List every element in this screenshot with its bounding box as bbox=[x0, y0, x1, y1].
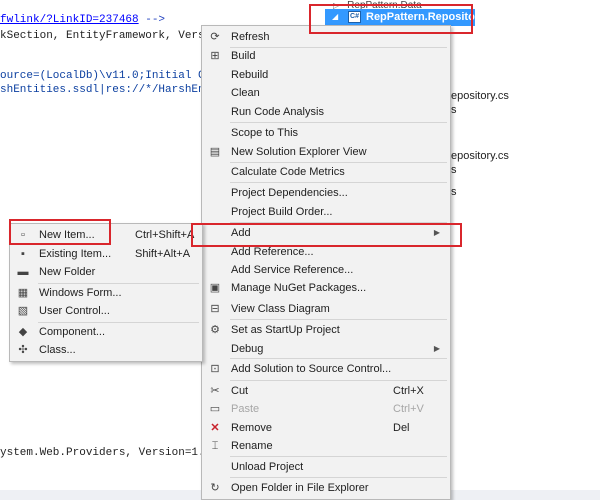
highlight-box-add bbox=[191, 223, 462, 247]
open-folder-icon: ↻ bbox=[210, 482, 220, 494]
menu-item-new-solution-explorer-view[interactable]: ▤ New Solution Explorer View bbox=[202, 143, 450, 162]
menu-item-label: Component... bbox=[39, 326, 106, 338]
menu-item-existing-item[interactable]: ▪ Existing Item... Shift+Alt+A bbox=[10, 245, 202, 264]
menu-item-label: Calculate Code Metrics bbox=[231, 166, 345, 178]
menu-separator bbox=[230, 456, 447, 457]
menu-item-label: Cut bbox=[231, 385, 249, 397]
menu-item-label: Project Dependencies... bbox=[231, 187, 348, 199]
code-text[interactable]: fwlink/?LinkID=237468 bbox=[0, 14, 139, 26]
gear-icon: ⚙ bbox=[210, 324, 220, 336]
menu-separator bbox=[230, 319, 447, 320]
menu-item-project-dependencies[interactable]: Project Dependencies... bbox=[202, 184, 450, 203]
source-control-icon: ⊡ bbox=[210, 363, 220, 375]
refresh-icon: ⟳ bbox=[210, 31, 220, 43]
existing-item-icon: ▪ bbox=[21, 248, 25, 260]
menu-item-label: Open Folder in File Explorer bbox=[231, 482, 369, 494]
menu-item-build[interactable]: ⊞ Build bbox=[202, 47, 450, 66]
nuget-icon: ▣ bbox=[209, 282, 221, 294]
menu-item-label: Project Build Order... bbox=[231, 206, 333, 218]
menu-item-debug[interactable]: Debug ▶ bbox=[202, 340, 450, 359]
menu-item-manage-nuget-packages[interactable]: ▣ Manage NuGet Packages... bbox=[202, 279, 450, 298]
menu-item-label: Scope to This bbox=[231, 127, 299, 139]
menu-item-label: Windows Form... bbox=[39, 287, 122, 299]
component-icon: ◆ bbox=[18, 326, 28, 338]
highlight-box-repository bbox=[309, 4, 473, 34]
build-icon: ⊞ bbox=[210, 50, 220, 62]
solution-item-fragment[interactable]: s bbox=[451, 104, 457, 116]
highlight-box-new-item bbox=[9, 219, 111, 245]
menu-item-project-build-order[interactable]: Project Build Order... bbox=[202, 203, 450, 222]
solution-item-fragment[interactable]: epository.cs bbox=[451, 90, 509, 102]
menu-item-calculate-code-metrics[interactable]: Calculate Code Metrics bbox=[202, 163, 450, 182]
menu-item-label: Add Solution to Source Control... bbox=[231, 363, 392, 375]
menu-item-label: Class... bbox=[39, 344, 76, 356]
menu-item-label: Add Reference... bbox=[231, 246, 314, 258]
user-control-icon: ▧ bbox=[17, 305, 29, 317]
menu-item-label: Build bbox=[231, 50, 256, 62]
menu-item-rename[interactable]: ⌶ Rename bbox=[202, 437, 450, 456]
menu-item-label: Rebuild bbox=[231, 69, 269, 81]
menu-item-class[interactable]: ✣ Class... bbox=[10, 341, 202, 360]
menu-item-label: Run Code Analysis bbox=[231, 106, 324, 118]
scissors-icon: ✂ bbox=[210, 385, 220, 397]
menu-separator bbox=[230, 122, 447, 123]
menu-item-shortcut: Shift+Alt+A bbox=[135, 248, 191, 260]
menu-item-shortcut: Ctrl+Shift+A bbox=[135, 229, 195, 241]
menu-item-cut[interactable]: ✂ Cut Ctrl+X bbox=[202, 382, 450, 401]
menu-item-label: Existing Item... bbox=[39, 248, 112, 260]
rename-icon: ⌶ bbox=[211, 440, 219, 452]
windows-form-icon: ▦ bbox=[17, 287, 29, 299]
menu-item-add-service-reference[interactable]: Add Service Reference... bbox=[202, 261, 450, 280]
menu-item-shortcut: Ctrl+V bbox=[393, 403, 424, 415]
menu-item-label: Add Service Reference... bbox=[231, 264, 354, 276]
menu-item-label: Rename bbox=[231, 440, 273, 452]
new-folder-icon: ▬ bbox=[17, 266, 29, 278]
menu-item-label: Unload Project bbox=[231, 461, 304, 473]
paste-icon: ▭ bbox=[209, 403, 221, 415]
code-line: fwlink/?LinkID=237468 --> bbox=[0, 14, 165, 26]
menu-separator bbox=[230, 380, 447, 381]
class-diagram-icon: ⊟ bbox=[210, 303, 220, 315]
menu-item-unload-project[interactable]: Unload Project bbox=[202, 458, 450, 477]
menu-item-run-code-analysis[interactable]: Run Code Analysis bbox=[202, 103, 450, 122]
menu-item-label: Manage NuGet Packages... bbox=[231, 282, 367, 294]
menu-item-component[interactable]: ◆ Component... bbox=[10, 323, 202, 342]
submenu-arrow-icon: ▶ bbox=[433, 344, 440, 353]
menu-separator bbox=[230, 477, 447, 478]
menu-item-label: Clean bbox=[231, 87, 260, 99]
menu-item-windows-form[interactable]: ▦ Windows Form... bbox=[10, 284, 202, 303]
code-text-suffix: --> bbox=[138, 14, 166, 26]
menu-item-label: View Class Diagram bbox=[231, 303, 330, 315]
project-context-menu: ⟳ Refresh ⊞ Build Rebuild Clean Run Code Analy… bbox=[201, 25, 451, 500]
menu-item-label: Debug bbox=[231, 343, 264, 355]
menu-item-set-as-startup-project[interactable]: ⚙ Set as StartUp Project bbox=[202, 321, 450, 340]
menu-separator bbox=[230, 358, 447, 359]
menu-item-clean[interactable]: Clean bbox=[202, 84, 450, 103]
menu-item-remove[interactable]: ✕ Remove Del bbox=[202, 419, 450, 438]
menu-item-new-folder[interactable]: ▬ New Folder bbox=[10, 263, 202, 282]
menu-item-scope-to-this[interactable]: Scope to This bbox=[202, 124, 450, 143]
menu-item-view-class-diagram[interactable]: ⊟ View Class Diagram bbox=[202, 300, 450, 319]
menu-item-add-solution-to-source-control[interactable]: ⊡ Add Solution to Source Control... bbox=[202, 360, 450, 379]
menu-item-label: Remove bbox=[231, 422, 272, 434]
menu-item-shortcut: Ctrl+X bbox=[393, 385, 424, 397]
menu-item-user-control[interactable]: ▧ User Control... bbox=[10, 302, 202, 321]
menu-item-open-folder-in-file-explorer[interactable]: ↻ Open Folder in File Explorer bbox=[202, 479, 450, 498]
menu-item-rebuild[interactable]: Rebuild bbox=[202, 66, 450, 85]
menu-item-label: Paste bbox=[231, 403, 260, 415]
menu-item-paste[interactable]: ▭ Paste Ctrl+V bbox=[202, 400, 450, 419]
menu-item-shortcut: Del bbox=[393, 422, 410, 434]
menu-separator bbox=[230, 182, 447, 183]
menu-item-label: Set as StartUp Project bbox=[231, 324, 340, 336]
solution-explorer-view-icon: ▤ bbox=[209, 146, 221, 158]
menu-item-label: New Folder bbox=[39, 266, 96, 278]
remove-x-icon: ✕ bbox=[210, 422, 220, 434]
menu-item-label: New Solution Explorer View bbox=[231, 146, 367, 158]
menu-item-label: User Control... bbox=[39, 305, 110, 317]
class-icon: ✣ bbox=[18, 344, 28, 356]
solution-item-fragment[interactable]: s bbox=[451, 164, 457, 176]
solution-item-fragment[interactable]: s bbox=[451, 186, 457, 198]
menu-item-label: Refresh bbox=[231, 31, 270, 43]
solution-item-fragment[interactable]: epository.cs bbox=[451, 150, 509, 162]
